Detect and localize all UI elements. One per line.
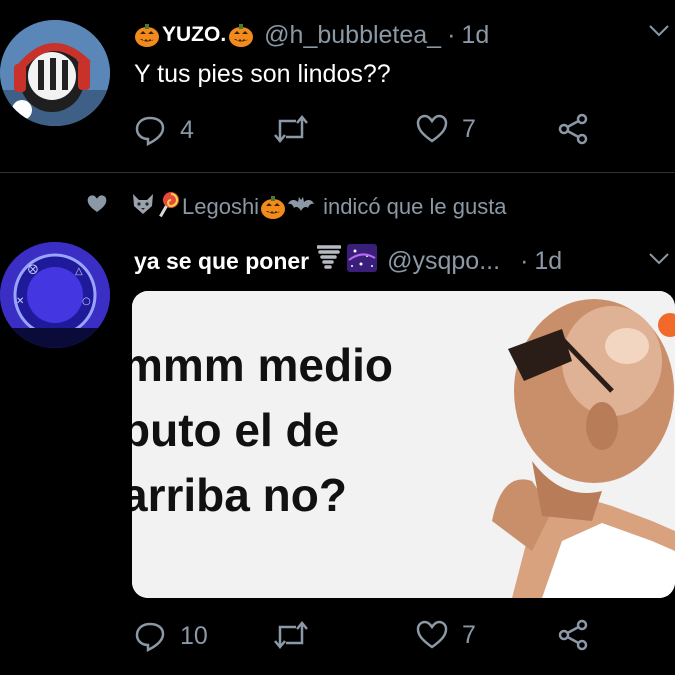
tweet-2-media[interactable]: mmm medio puto el de arriba no? (132, 291, 675, 598)
like-button[interactable]: 7 (416, 114, 476, 144)
tweet-1[interactable]: YUZO. @h_bubbletea_ · 1d Y tus pies son … (0, 0, 675, 170)
tweet-1-avatar[interactable] (0, 20, 110, 126)
share-icon (556, 618, 590, 652)
like-icon (416, 620, 448, 650)
like-button[interactable]: 7 (416, 620, 476, 650)
tweet-divider (0, 172, 675, 173)
retweet-icon (272, 620, 310, 650)
chevron-down-icon[interactable] (648, 24, 670, 43)
pumpkin-icon (260, 195, 286, 219)
reply-count: 4 (180, 115, 194, 144)
reply-icon (134, 114, 166, 146)
reply-icon (134, 620, 166, 652)
galaxy-icon (347, 243, 378, 279)
svg-text:✕: ✕ (16, 296, 24, 307)
tweet-2-handle[interactable]: @ysqpo... (387, 247, 500, 276)
tornado-icon (316, 244, 342, 279)
tweet-2-avatar[interactable]: ⨂ △ ○ ✕ (0, 242, 110, 348)
wolf-icon (130, 192, 156, 222)
tweet-2-separator: · (520, 246, 529, 275)
like-icon (416, 114, 448, 144)
tweet-2-time[interactable]: 1d (534, 247, 562, 276)
meme-caption: mmm medio puto el de arriba no? (132, 333, 393, 528)
tweet-1-display-name[interactable]: YUZO. (162, 23, 226, 47)
lollipop-icon (158, 191, 180, 223)
share-icon (556, 112, 590, 146)
meme-line-2: puto el de (132, 404, 340, 456)
tweet-1-text: Y tus pies son lindos?? (134, 60, 391, 88)
svg-text:○: ○ (82, 296, 91, 307)
pumpkin-icon (228, 23, 254, 47)
svg-text:△: △ (75, 266, 83, 277)
social-context[interactable]: Legoshi indicó que le gusta (86, 192, 507, 222)
retweet-button[interactable] (272, 114, 324, 144)
like-count: 7 (462, 114, 476, 143)
reply-button[interactable]: 4 (134, 114, 194, 146)
svg-text:⨂: ⨂ (28, 264, 38, 275)
reply-button[interactable]: 10 (134, 620, 208, 652)
reply-count: 10 (180, 621, 208, 650)
meme-line-1: mmm medio (132, 339, 393, 391)
meme-line-3: arriba no? (132, 469, 347, 521)
social-context-name[interactable]: Legoshi (182, 194, 259, 220)
share-button[interactable] (556, 112, 590, 146)
tweet-2-header: ya se que poner @ysqpo... · 1d (134, 243, 562, 279)
retweet-button[interactable] (272, 620, 324, 650)
tweet-1-handle[interactable]: @h_bubbletea_ (264, 21, 441, 50)
tweet-1-header: YUZO. @h_bubbletea_ · 1d (134, 20, 489, 50)
share-button[interactable] (556, 618, 590, 652)
social-context-text: indicó que le gusta (323, 194, 507, 219)
retweet-icon (272, 114, 310, 144)
bat-icon (287, 194, 315, 220)
like-count: 7 (462, 620, 476, 649)
chevron-down-icon[interactable] (648, 252, 670, 271)
pumpkin-icon (134, 23, 160, 47)
tweet-1-time[interactable]: 1d (461, 21, 489, 50)
tweet-1-separator: · (447, 20, 456, 49)
tweet-2[interactable]: ⨂ △ ○ ✕ ya se que poner @ysqpo... · 1d m… (0, 236, 675, 675)
tweet-2-display-name[interactable]: ya se que poner (134, 248, 309, 275)
heart-filled-icon (86, 194, 108, 220)
